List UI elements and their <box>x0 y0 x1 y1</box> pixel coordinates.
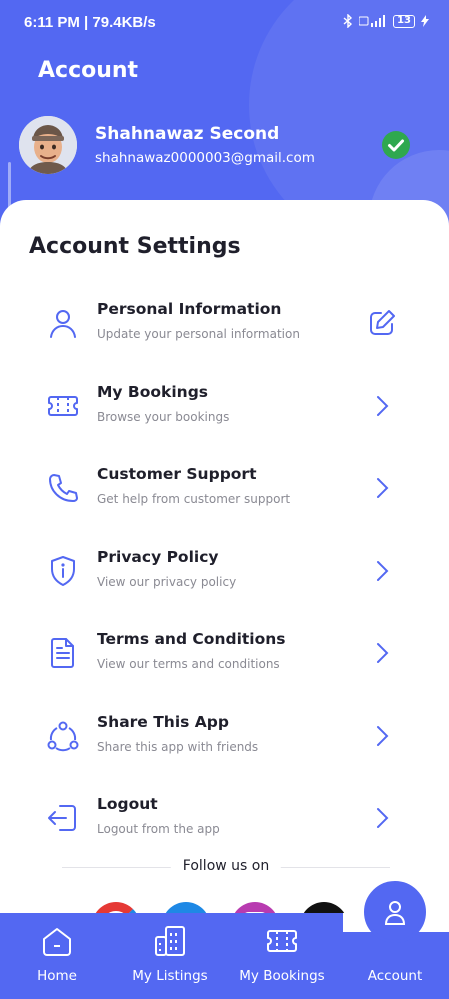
section-title: Account Settings <box>29 234 241 259</box>
bluetooth-icon <box>343 14 353 28</box>
nav-label: Home <box>37 968 77 984</box>
document-icon <box>51 638 74 668</box>
profile-card[interactable]: Shahnawaz Second shahnawaz0000003@gmail.… <box>19 116 429 174</box>
page-title: Account <box>38 58 139 83</box>
menu-subtitle: Logout from the app <box>97 822 220 836</box>
user-name: Shahnawaz Second <box>95 124 280 144</box>
menu-subtitle: Share this app with friends <box>97 740 259 754</box>
phone-icon <box>49 474 78 502</box>
charging-icon <box>421 15 429 27</box>
chevron-right-icon[interactable] <box>367 391 397 421</box>
nav-label: Account <box>367 968 423 984</box>
nav-label: My Listings <box>132 968 208 984</box>
menu-title: My Bookings <box>97 383 209 401</box>
status-bar: 6:11 PM | 79.4KB/s 13 <box>0 0 449 46</box>
menu-subtitle: View our privacy policy <box>97 575 237 589</box>
menu-logout[interactable]: Logout Logout from the app <box>0 783 449 853</box>
shield-info-icon <box>51 556 75 586</box>
menu-title: Customer Support <box>97 465 257 483</box>
follow-us-label: Follow us on <box>170 858 282 874</box>
share-icon <box>47 721 79 752</box>
nav-my-listings[interactable]: My Listings <box>120 913 220 999</box>
menu-title: Privacy Policy <box>97 548 219 566</box>
logout-icon <box>48 805 76 831</box>
menu-subtitle: Get help from customer support <box>97 492 291 506</box>
menu-title: Share This App <box>97 713 229 731</box>
status-time: 6:11 PM | 79.4KB/s <box>24 14 156 31</box>
menu-title: Personal Information <box>97 300 282 318</box>
ticket-icon <box>48 396 78 416</box>
menu-title: Logout <box>97 795 158 813</box>
menu-terms-and-conditions[interactable]: Terms and Conditions View our terms and … <box>0 618 449 688</box>
chevron-right-icon[interactable] <box>367 473 397 503</box>
chevron-right-icon[interactable] <box>367 638 397 668</box>
ticket-icon <box>267 930 297 952</box>
edit-icon[interactable] <box>367 308 397 338</box>
chevron-right-icon[interactable] <box>367 556 397 586</box>
avatar[interactable] <box>19 116 77 174</box>
user-icon <box>50 310 76 338</box>
menu-my-bookings[interactable]: My Bookings Browse your bookings <box>0 371 449 441</box>
menu-customer-support[interactable]: Customer Support Get help from customer … <box>0 453 449 523</box>
nav-label: My Bookings <box>239 968 325 984</box>
menu-subtitle: View our terms and conditions <box>97 657 280 671</box>
check-circle-icon <box>382 131 410 159</box>
chevron-right-icon[interactable] <box>367 721 397 751</box>
menu-title: Terms and Conditions <box>97 630 286 648</box>
menu-privacy-policy[interactable]: Privacy Policy View our privacy policy <box>0 536 449 606</box>
user-icon <box>384 901 406 925</box>
signal-icon <box>359 15 386 27</box>
follow-us-divider: Follow us on <box>62 858 390 878</box>
menu-subtitle: Browse your bookings <box>97 410 230 424</box>
nav-home[interactable]: Home <box>7 913 107 999</box>
menu-share-this-app[interactable]: Share This App Share this app with frien… <box>0 701 449 771</box>
menu-subtitle: Update your personal information <box>97 327 300 341</box>
battery-icon: 13 <box>393 14 415 28</box>
chevron-right-icon[interactable] <box>367 803 397 833</box>
nav-my-bookings[interactable]: My Bookings <box>232 913 332 999</box>
buildings-icon <box>155 926 185 956</box>
user-email: shahnawaz0000003@gmail.com <box>95 150 315 166</box>
account-fab-button[interactable] <box>364 881 426 943</box>
home-icon <box>43 928 71 956</box>
status-icons: 13 <box>343 14 429 28</box>
menu-personal-information[interactable]: Personal Information Update your persona… <box>0 288 449 358</box>
